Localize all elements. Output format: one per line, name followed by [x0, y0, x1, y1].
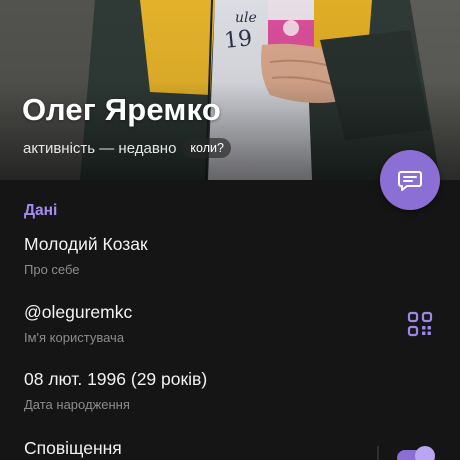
when-chip[interactable]: коли? — [183, 138, 231, 158]
birthday-value: 08 лют. 1996 (29 років) — [24, 369, 208, 389]
notifications-item[interactable]: Сповіщення — [24, 438, 122, 459]
status-row: активність — недавно коли? — [23, 138, 231, 158]
username-item[interactable]: @oleguremkc Ім'я користувача — [24, 302, 132, 345]
divider — [377, 446, 379, 460]
birthday-label: Дата народження — [24, 397, 130, 412]
qr-code-icon[interactable] — [407, 311, 433, 337]
bio-value: Молодий Козак — [24, 234, 148, 254]
last-seen-status: активність — недавно — [23, 139, 177, 157]
message-button[interactable] — [380, 150, 440, 210]
notifications-toggle[interactable] — [395, 444, 437, 460]
bio-label: Про себе — [24, 262, 80, 277]
profile-name: Олег Яремко — [22, 92, 221, 127]
birthday-item[interactable]: 08 лют. 1996 (29 років) Дата народження — [24, 369, 207, 412]
notifications-label: Сповіщення — [24, 438, 122, 458]
bio-item[interactable]: Молодий Козак Про себе — [24, 234, 148, 277]
section-title-info: Дані — [24, 202, 58, 219]
username-label: Ім'я користувача — [24, 330, 125, 345]
message-icon — [398, 171, 422, 191]
username-value: @oleguremkc — [24, 302, 133, 322]
profile-header: 19 ule Олег Яремко активність — недавно … — [0, 0, 460, 180]
